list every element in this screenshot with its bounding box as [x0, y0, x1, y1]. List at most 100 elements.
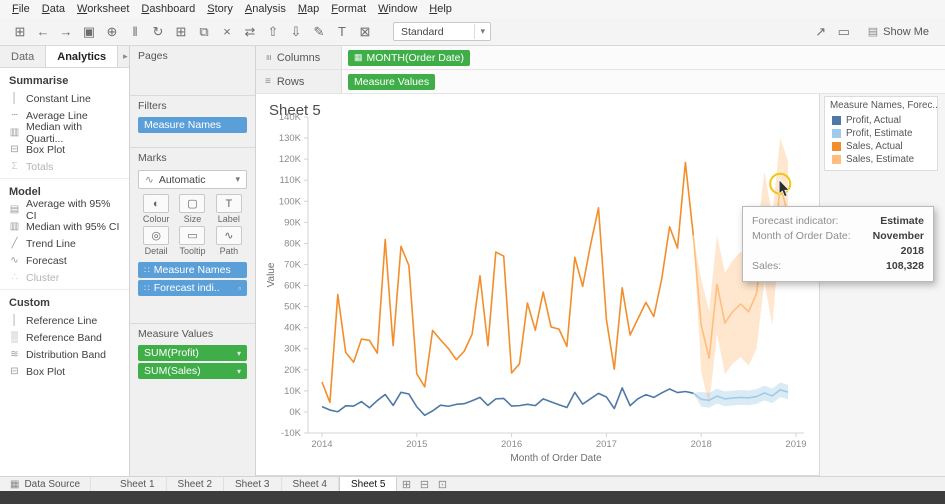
new-worksheet-icon[interactable]: ⊞	[397, 477, 415, 491]
analytics-item-median-with-quarti[interactable]: ▥Median with Quarti...	[0, 124, 129, 141]
new-worksheet-icon[interactable]: ⊞	[170, 22, 192, 42]
data-source-label: Data Source	[24, 479, 80, 490]
menu-map[interactable]: Map	[292, 3, 325, 15]
analytics-item-reference-line[interactable]: │Reference Line	[0, 312, 129, 329]
marks-buttons: ◐Colour▢SizeTLabel◎Detail▭Tooltip∿Path	[140, 194, 245, 256]
add-data-icon[interactable]: ⊕	[101, 22, 123, 42]
median-ci-icon: ▥	[9, 221, 20, 232]
totals-icon: Σ	[9, 161, 20, 172]
legend-item-sales-actual[interactable]: Sales, Actual	[825, 140, 937, 153]
analytics-item-median-with-95-ci[interactable]: ▥ Median with 95% CI	[0, 218, 129, 235]
pill-lead-icon: ▦	[354, 52, 363, 63]
analytics-item-trend-line[interactable]: ╱Trend Line	[0, 235, 129, 252]
analytics-item-reference-band[interactable]: ▒Reference Band	[0, 329, 129, 346]
sort-descending-icon[interactable]: ⇩	[285, 22, 307, 42]
menu-bar: FileDataWorksheetDashboardStoryAnalysisM…	[0, 0, 945, 18]
sheet-tab-sheet-4[interactable]: Sheet 4	[282, 477, 339, 491]
pill-measure-names[interactable]: ∷Measure Names	[138, 262, 247, 278]
save-icon[interactable]: ▣	[78, 22, 100, 42]
menu-format[interactable]: Format	[325, 3, 372, 15]
legend-item-sales-estimate[interactable]: Sales, Estimate	[825, 153, 937, 166]
status-strip	[0, 491, 945, 504]
legend-item-profit-estimate[interactable]: Profit, Estimate	[825, 127, 937, 140]
data-source-tab[interactable]: ▦ Data Source	[0, 477, 91, 491]
path-button[interactable]: ∿Path	[213, 226, 245, 256]
forecast-line-chart[interactable]: -10K0K10K20K30K40K50K60K70K80K90K100K110…	[256, 94, 820, 476]
new-dashboard-icon[interactable]: ⊟	[415, 477, 433, 491]
new-story-icon[interactable]: ⊡	[433, 477, 451, 491]
menu-window[interactable]: Window	[372, 3, 423, 15]
menu-story[interactable]: Story	[201, 3, 239, 15]
average-with-95-ci-label: Average with 95% CI	[26, 198, 120, 222]
sheet-tab-sheet-5[interactable]: Sheet 5	[339, 477, 397, 491]
analytics-item-box-plot[interactable]: ⊟Box Plot	[0, 363, 129, 380]
label-button-label: Label	[218, 214, 240, 224]
profit-actual-line[interactable]	[322, 388, 693, 415]
legend-item-profit-actual[interactable]: Profit, Actual	[825, 114, 937, 127]
duplicate-sheet-icon[interactable]: ⧉	[193, 22, 215, 42]
pill-month-order-date[interactable]: ▦MONTH(Order Date)	[348, 50, 470, 66]
marks-card: Marks ∿ Automatic ▾ ◐Colour▢SizeTLabel◎D…	[130, 148, 255, 324]
menu-worksheet[interactable]: Worksheet	[71, 3, 135, 15]
fix-axes-icon[interactable]: ⊠	[354, 22, 376, 42]
legend-color-chip	[832, 129, 841, 138]
analytics-item-forecast[interactable]: ∿Forecast	[0, 252, 129, 269]
analytics-item-constant-line[interactable]: │Constant Line	[0, 90, 129, 107]
x-tick-label: 2015	[406, 439, 427, 450]
clear-sheet-icon[interactable]: ×	[216, 22, 238, 42]
pill-sum-sales[interactable]: SUM(Sales)▾	[138, 363, 247, 379]
shelf-cards-column: Pages Filters Measure Names Marks ∿ Auto…	[130, 46, 256, 476]
show-mark-labels-icon[interactable]: T	[331, 22, 353, 42]
y-tick-label: 60K	[284, 281, 302, 292]
pane-tab-data[interactable]: Data	[0, 46, 45, 67]
box-plot-icon: ⊟	[9, 144, 20, 155]
run-updates-icon[interactable]: ↻	[147, 22, 169, 42]
menu-analysis[interactable]: Analysis	[239, 3, 292, 15]
show-me-button[interactable]: ▤ Show Me	[861, 23, 936, 40]
sheet-tab-sheet-1[interactable]: Sheet 1	[109, 477, 166, 491]
redo-icon[interactable]: →	[55, 22, 77, 42]
menu-data[interactable]: Data	[36, 3, 71, 15]
pill-lead-icon: ∷	[144, 283, 150, 294]
undo-icon[interactable]: ←	[32, 22, 54, 42]
tableau-logo-icon[interactable]: ⊞	[9, 22, 31, 42]
sheet-tab-sheet-2[interactable]: Sheet 2	[167, 477, 224, 491]
presentation-mode-icon[interactable]: ▭	[833, 22, 855, 42]
pill-measure-values[interactable]: Measure Values	[348, 74, 435, 90]
pill-lead-icon: ∷	[144, 265, 150, 276]
measure-values-card-title: Measure Values	[130, 324, 255, 343]
share-icon[interactable]: ↗	[810, 22, 832, 42]
swap-rows-columns-icon[interactable]: ⇄	[239, 22, 261, 42]
menu-file[interactable]: File	[6, 3, 36, 15]
tooltip-row: Forecast indicator:Estimate	[752, 214, 924, 229]
label-button-icon: T	[216, 194, 242, 213]
pill-sum-profit[interactable]: SUM(Profit)▾	[138, 345, 247, 361]
label-button[interactable]: TLabel	[213, 194, 245, 224]
pill-measure-names[interactable]: Measure Names	[138, 117, 247, 133]
colour-button[interactable]: ◐Colour	[140, 194, 172, 224]
highlight-icon[interactable]: ✎	[308, 22, 330, 42]
reference-band-icon: ▒	[9, 332, 20, 343]
size-button[interactable]: ▢Size	[176, 194, 208, 224]
distribution-band-icon: ≋	[9, 349, 20, 360]
y-tick-label: 90K	[284, 217, 302, 228]
columns-shelf-body: ▦MONTH(Order Date)	[342, 46, 945, 70]
analytics-item-average-with-95-ci[interactable]: ▤Average with 95% CI	[0, 201, 129, 218]
mark-type-dropdown[interactable]: ∿ Automatic ▾	[138, 170, 247, 189]
sales-actual-line[interactable]	[322, 163, 693, 403]
median-with-95-ci-label: Median with 95% CI	[26, 221, 119, 233]
sort-ascending-icon[interactable]: ⇧	[262, 22, 284, 42]
pane-tab-analytics[interactable]: Analytics	[45, 46, 118, 67]
pill-forecast-indi[interactable]: ∷Forecast indi..▫	[138, 280, 247, 296]
sheet-tab-sheet-3[interactable]: Sheet 3	[224, 477, 281, 491]
analytics-section-model: Model▤Average with 95% CI▥Median with 95…	[0, 178, 129, 289]
detail-button[interactable]: ◎Detail	[140, 226, 172, 256]
tooltip-button[interactable]: ▭Tooltip	[176, 226, 208, 256]
analytics-item-distribution-band[interactable]: ≋Distribution Band	[0, 346, 129, 363]
fit-dropdown[interactable]: Standard ▾	[393, 22, 491, 41]
menu-dashboard[interactable]: Dashboard	[135, 3, 201, 15]
tooltip-button-icon: ▭	[179, 226, 205, 245]
menu-help[interactable]: Help	[423, 3, 458, 15]
pause-updates-icon[interactable]: ‖	[124, 22, 146, 42]
sheet-canvas[interactable]: Sheet 5 -10K0K10K20K30K40K50K60K70K80K90…	[256, 94, 820, 476]
